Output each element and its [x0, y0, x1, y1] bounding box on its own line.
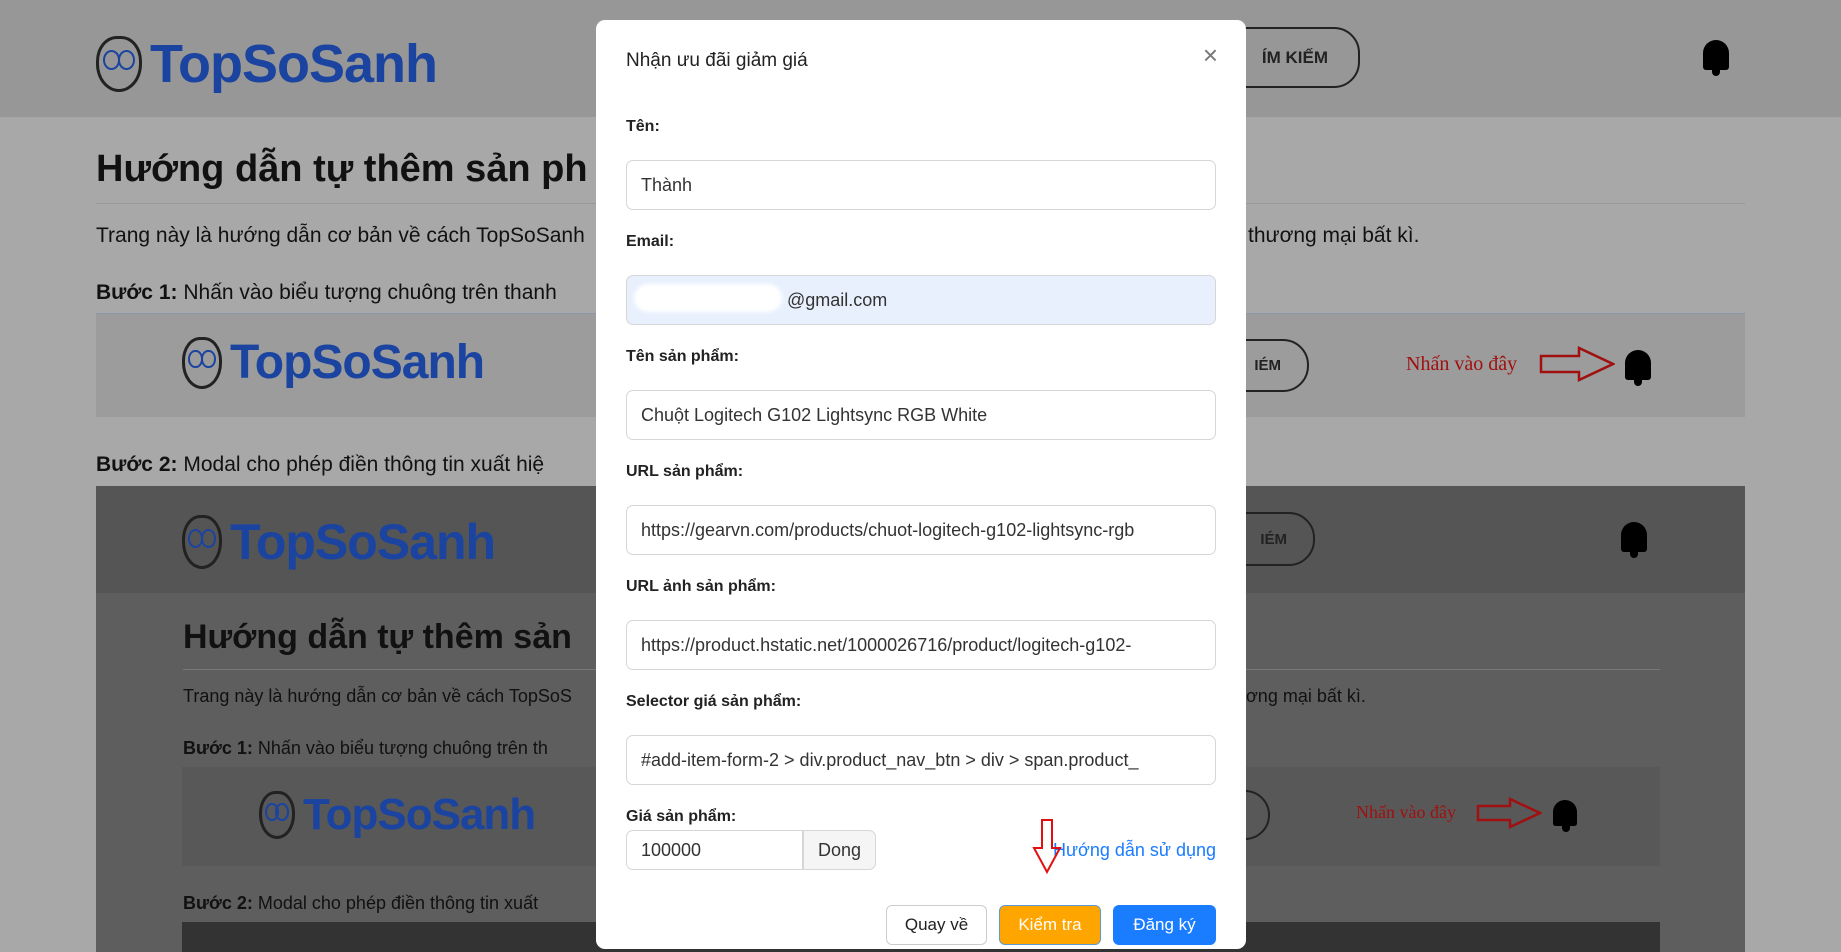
- product-url-label: URL sản phẩm:: [626, 463, 744, 480]
- inner-intro: Trang này là hướng dẫn cơ bản về cách To…: [183, 686, 572, 706]
- arrow-right-icon: [1476, 797, 1542, 829]
- product-name-input[interactable]: Chuột Logitech G102 Lightsync RGB White: [626, 390, 1216, 440]
- price-selector-label: Selector giá sản phẩm:: [626, 693, 802, 710]
- inner-step1-logo: TopSoSanh: [259, 790, 536, 840]
- price-label: Giá sản phẩm:: [626, 808, 737, 825]
- email-label: Email:: [626, 233, 675, 250]
- click-here-label: Nhấn vào đây: [1406, 353, 1518, 375]
- check-button[interactable]: Kiểm tra: [999, 905, 1101, 945]
- step1-logo: TopSoSanh: [182, 335, 485, 390]
- click-here-label: Nhấn vào đây: [1356, 802, 1456, 822]
- intro-text: Trang này là hướng dẫn cơ bản về cách To…: [96, 224, 585, 247]
- owl-logo-icon: [96, 36, 142, 92]
- close-icon[interactable]: ×: [1203, 40, 1218, 71]
- bell-icon: [1621, 522, 1647, 558]
- back-button[interactable]: Quay về: [886, 905, 987, 945]
- arrow-right-icon: [1539, 346, 1615, 382]
- inner-step1: Bước 1: Nhấn vào biểu tượng chuông trên …: [183, 738, 548, 758]
- bell-icon[interactable]: [1703, 40, 1729, 76]
- email-value: @gmail.com: [787, 290, 888, 310]
- page-title: Hướng dẫn tự thêm sản ph: [96, 148, 588, 190]
- discount-modal: Nhận ưu đãi giảm giá × Tên: Thành Email:…: [596, 20, 1246, 949]
- register-button[interactable]: Đăng ký: [1113, 905, 1216, 945]
- price-selector-input[interactable]: #add-item-form-2 > div.product_nav_btn >…: [626, 735, 1216, 785]
- image-url-label: URL ảnh sản phẩm:: [626, 578, 776, 595]
- intro-text-end: thương mại bất kì.: [1248, 224, 1420, 247]
- inner-title: Hướng dẫn tự thêm sản: [183, 618, 572, 656]
- product-name-label: Tên sản phẩm:: [626, 348, 739, 365]
- modal-title: Nhận ưu đãi giảm giá: [626, 50, 808, 71]
- owl-logo-icon: [182, 515, 222, 569]
- name-label: Tên:: [626, 118, 660, 135]
- arrow-down-icon: [1032, 819, 1062, 874]
- step2-text: Bước 2: Modal cho phép điền thông tin xu…: [96, 453, 545, 476]
- help-link[interactable]: Hướng dẫn sử dụng: [1053, 840, 1216, 861]
- inner-intro-end: ơng mại bất kì.: [1246, 686, 1366, 706]
- image-url-input[interactable]: https://product.hstatic.net/1000026716/p…: [626, 620, 1216, 670]
- price-input[interactable]: 100000: [626, 830, 803, 870]
- owl-logo-icon: [259, 791, 295, 839]
- inner-logo: TopSoSanh: [182, 513, 496, 571]
- bell-icon: [1625, 350, 1651, 386]
- owl-logo-icon: [182, 336, 222, 389]
- email-redaction: [634, 284, 782, 312]
- name-input[interactable]: Thành: [626, 160, 1216, 210]
- product-url-input[interactable]: https://gearvn.com/products/chuot-logite…: [626, 505, 1216, 555]
- inner-step2: Bước 2: Modal cho phép điền thông tin xu…: [183, 893, 539, 913]
- site-logo[interactable]: TopSoSanh: [96, 33, 438, 95]
- bell-icon: [1553, 800, 1577, 832]
- currency-addon: Dong: [803, 830, 876, 870]
- step1-text: Bước 1: Nhấn vào biểu tượng chuông trên …: [96, 281, 557, 304]
